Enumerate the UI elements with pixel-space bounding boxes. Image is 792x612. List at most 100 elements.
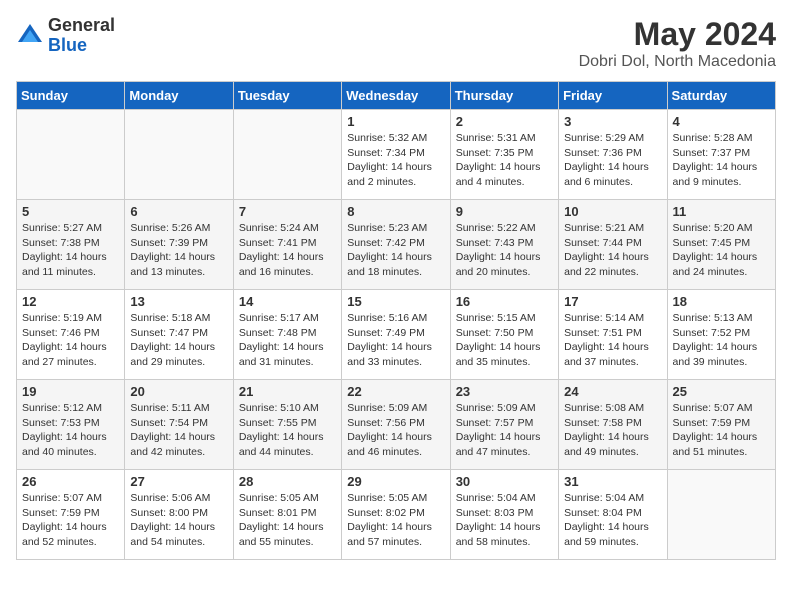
day-number: 1 [347, 114, 444, 129]
calendar-cell: 10Sunrise: 5:21 AM Sunset: 7:44 PM Dayli… [559, 200, 667, 290]
cell-info: Sunrise: 5:28 AM Sunset: 7:37 PM Dayligh… [673, 131, 770, 190]
day-number: 31 [564, 474, 661, 489]
day-number: 30 [456, 474, 553, 489]
day-number: 20 [130, 384, 227, 399]
day-number: 12 [22, 294, 119, 309]
calendar-cell: 22Sunrise: 5:09 AM Sunset: 7:56 PM Dayli… [342, 380, 450, 470]
weekday-header-sunday: Sunday [17, 82, 125, 110]
day-number: 8 [347, 204, 444, 219]
calendar-cell: 15Sunrise: 5:16 AM Sunset: 7:49 PM Dayli… [342, 290, 450, 380]
day-number: 29 [347, 474, 444, 489]
weekday-header-monday: Monday [125, 82, 233, 110]
title-block: May 2024 Dobri Dol, North Macedonia [579, 16, 776, 71]
calendar-cell: 9Sunrise: 5:22 AM Sunset: 7:43 PM Daylig… [450, 200, 558, 290]
logo: General Blue [16, 16, 115, 56]
cell-info: Sunrise: 5:32 AM Sunset: 7:34 PM Dayligh… [347, 131, 444, 190]
calendar-cell [17, 110, 125, 200]
weekday-header-saturday: Saturday [667, 82, 775, 110]
day-number: 19 [22, 384, 119, 399]
day-number: 4 [673, 114, 770, 129]
day-number: 26 [22, 474, 119, 489]
logo-general: General [48, 15, 115, 35]
calendar-cell: 1 Sunrise: 5:32 AM Sunset: 7:34 PM Daylig… [342, 110, 450, 200]
cell-info: Sunrise: 5:31 AM Sunset: 7:35 PM Dayligh… [456, 131, 553, 190]
cell-info: Sunrise: 5:29 AM Sunset: 7:36 PM Dayligh… [564, 131, 661, 190]
day-number: 17 [564, 294, 661, 309]
cell-info: Sunrise: 5:26 AM Sunset: 7:39 PM Dayligh… [130, 221, 227, 280]
cell-info: Sunrise: 5:04 AM Sunset: 8:03 PM Dayligh… [456, 491, 553, 550]
calendar-cell: 29 Sunrise: 5:05 AM Sunset: 8:02 PM Dayli… [342, 470, 450, 560]
day-number: 9 [456, 204, 553, 219]
month-title: May 2024 [579, 16, 776, 53]
week-row-4: 19 Sunrise: 5:12 AM Sunset: 7:53 PM Dayli… [17, 380, 776, 470]
calendar-cell: 21 Sunrise: 5:10 AM Sunset: 7:55 PM Dayli… [233, 380, 341, 470]
day-number: 2 [456, 114, 553, 129]
day-number: 27 [130, 474, 227, 489]
cell-info: Sunrise: 5:08 AM Sunset: 7:58 PM Dayligh… [564, 401, 661, 460]
cell-info: Sunrise: 5:18 AM Sunset: 7:47 PM Dayligh… [130, 311, 227, 370]
cell-info: Sunrise: 5:16 AM Sunset: 7:49 PM Dayligh… [347, 311, 444, 370]
weekday-header-tuesday: Tuesday [233, 82, 341, 110]
page-header: General Blue May 2024 Dobri Dol, North M… [16, 16, 776, 71]
cell-info: Sunrise: 5:09 AM Sunset: 7:56 PM Dayligh… [347, 401, 444, 460]
cell-info: Sunrise: 5:11 AM Sunset: 7:54 PM Dayligh… [130, 401, 227, 460]
calendar-cell: 30 Sunrise: 5:04 AM Sunset: 8:03 PM Dayli… [450, 470, 558, 560]
calendar-cell: 27 Sunrise: 5:06 AM Sunset: 8:00 PM Dayli… [125, 470, 233, 560]
calendar-cell [125, 110, 233, 200]
calendar-cell [667, 470, 775, 560]
weekday-header-friday: Friday [559, 82, 667, 110]
calendar-cell: 17 Sunrise: 5:14 AM Sunset: 7:51 PM Dayli… [559, 290, 667, 380]
calendar-cell: 16 Sunrise: 5:15 AM Sunset: 7:50 PM Dayli… [450, 290, 558, 380]
cell-info: Sunrise: 5:05 AM Sunset: 8:01 PM Dayligh… [239, 491, 336, 550]
day-number: 24 [564, 384, 661, 399]
cell-info: Sunrise: 5:20 AM Sunset: 7:45 PM Dayligh… [673, 221, 770, 280]
day-number: 16 [456, 294, 553, 309]
cell-info: Sunrise: 5:04 AM Sunset: 8:04 PM Dayligh… [564, 491, 661, 550]
calendar-cell: 4 Sunrise: 5:28 AM Sunset: 7:37 PM Daylig… [667, 110, 775, 200]
cell-info: Sunrise: 5:15 AM Sunset: 7:50 PM Dayligh… [456, 311, 553, 370]
calendar-cell: 20 Sunrise: 5:11 AM Sunset: 7:54 PM Dayli… [125, 380, 233, 470]
logo-text: General Blue [48, 16, 115, 56]
day-number: 10 [564, 204, 661, 219]
week-row-3: 12 Sunrise: 5:19 AM Sunset: 7:46 PM Dayli… [17, 290, 776, 380]
day-number: 21 [239, 384, 336, 399]
cell-info: Sunrise: 5:19 AM Sunset: 7:46 PM Dayligh… [22, 311, 119, 370]
calendar-cell: 5Sunrise: 5:27 AM Sunset: 7:38 PM Daylig… [17, 200, 125, 290]
weekday-header-thursday: Thursday [450, 82, 558, 110]
calendar-cell: 24 Sunrise: 5:08 AM Sunset: 7:58 PM Dayli… [559, 380, 667, 470]
day-number: 25 [673, 384, 770, 399]
cell-info: Sunrise: 5:12 AM Sunset: 7:53 PM Dayligh… [22, 401, 119, 460]
calendar-cell: 25 Sunrise: 5:07 AM Sunset: 7:59 PM Dayli… [667, 380, 775, 470]
logo-icon [16, 22, 44, 50]
logo-blue: Blue [48, 35, 87, 55]
calendar-cell: 14Sunrise: 5:17 AM Sunset: 7:48 PM Dayli… [233, 290, 341, 380]
calendar-cell: 13Sunrise: 5:18 AM Sunset: 7:47 PM Dayli… [125, 290, 233, 380]
calendar-cell: 7 Sunrise: 5:24 AM Sunset: 7:41 PM Daylig… [233, 200, 341, 290]
day-number: 14 [239, 294, 336, 309]
day-number: 7 [239, 204, 336, 219]
location-title: Dobri Dol, North Macedonia [579, 53, 776, 71]
weekday-header-wednesday: Wednesday [342, 82, 450, 110]
day-number: 28 [239, 474, 336, 489]
cell-info: Sunrise: 5:24 AM Sunset: 7:41 PM Dayligh… [239, 221, 336, 280]
cell-info: Sunrise: 5:10 AM Sunset: 7:55 PM Dayligh… [239, 401, 336, 460]
cell-info: Sunrise: 5:06 AM Sunset: 8:00 PM Dayligh… [130, 491, 227, 550]
day-number: 3 [564, 114, 661, 129]
weekday-header-row: SundayMondayTuesdayWednesdayThursdayFrid… [17, 82, 776, 110]
calendar-cell: 12 Sunrise: 5:19 AM Sunset: 7:46 PM Dayli… [17, 290, 125, 380]
calendar-cell [233, 110, 341, 200]
cell-info: Sunrise: 5:14 AM Sunset: 7:51 PM Dayligh… [564, 311, 661, 370]
day-number: 11 [673, 204, 770, 219]
calendar-cell: 3 Sunrise: 5:29 AM Sunset: 7:36 PM Daylig… [559, 110, 667, 200]
cell-info: Sunrise: 5:07 AM Sunset: 7:59 PM Dayligh… [673, 401, 770, 460]
week-row-1: 1 Sunrise: 5:32 AM Sunset: 7:34 PM Daylig… [17, 110, 776, 200]
calendar-cell: 23Sunrise: 5:09 AM Sunset: 7:57 PM Dayli… [450, 380, 558, 470]
week-row-5: 26Sunrise: 5:07 AM Sunset: 7:59 PM Dayli… [17, 470, 776, 560]
calendar-cell: 19 Sunrise: 5:12 AM Sunset: 7:53 PM Dayli… [17, 380, 125, 470]
day-number: 6 [130, 204, 227, 219]
week-row-2: 5Sunrise: 5:27 AM Sunset: 7:38 PM Daylig… [17, 200, 776, 290]
calendar-cell: 31 Sunrise: 5:04 AM Sunset: 8:04 PM Dayli… [559, 470, 667, 560]
cell-info: Sunrise: 5:05 AM Sunset: 8:02 PM Dayligh… [347, 491, 444, 550]
cell-info: Sunrise: 5:27 AM Sunset: 7:38 PM Dayligh… [22, 221, 119, 280]
day-number: 18 [673, 294, 770, 309]
